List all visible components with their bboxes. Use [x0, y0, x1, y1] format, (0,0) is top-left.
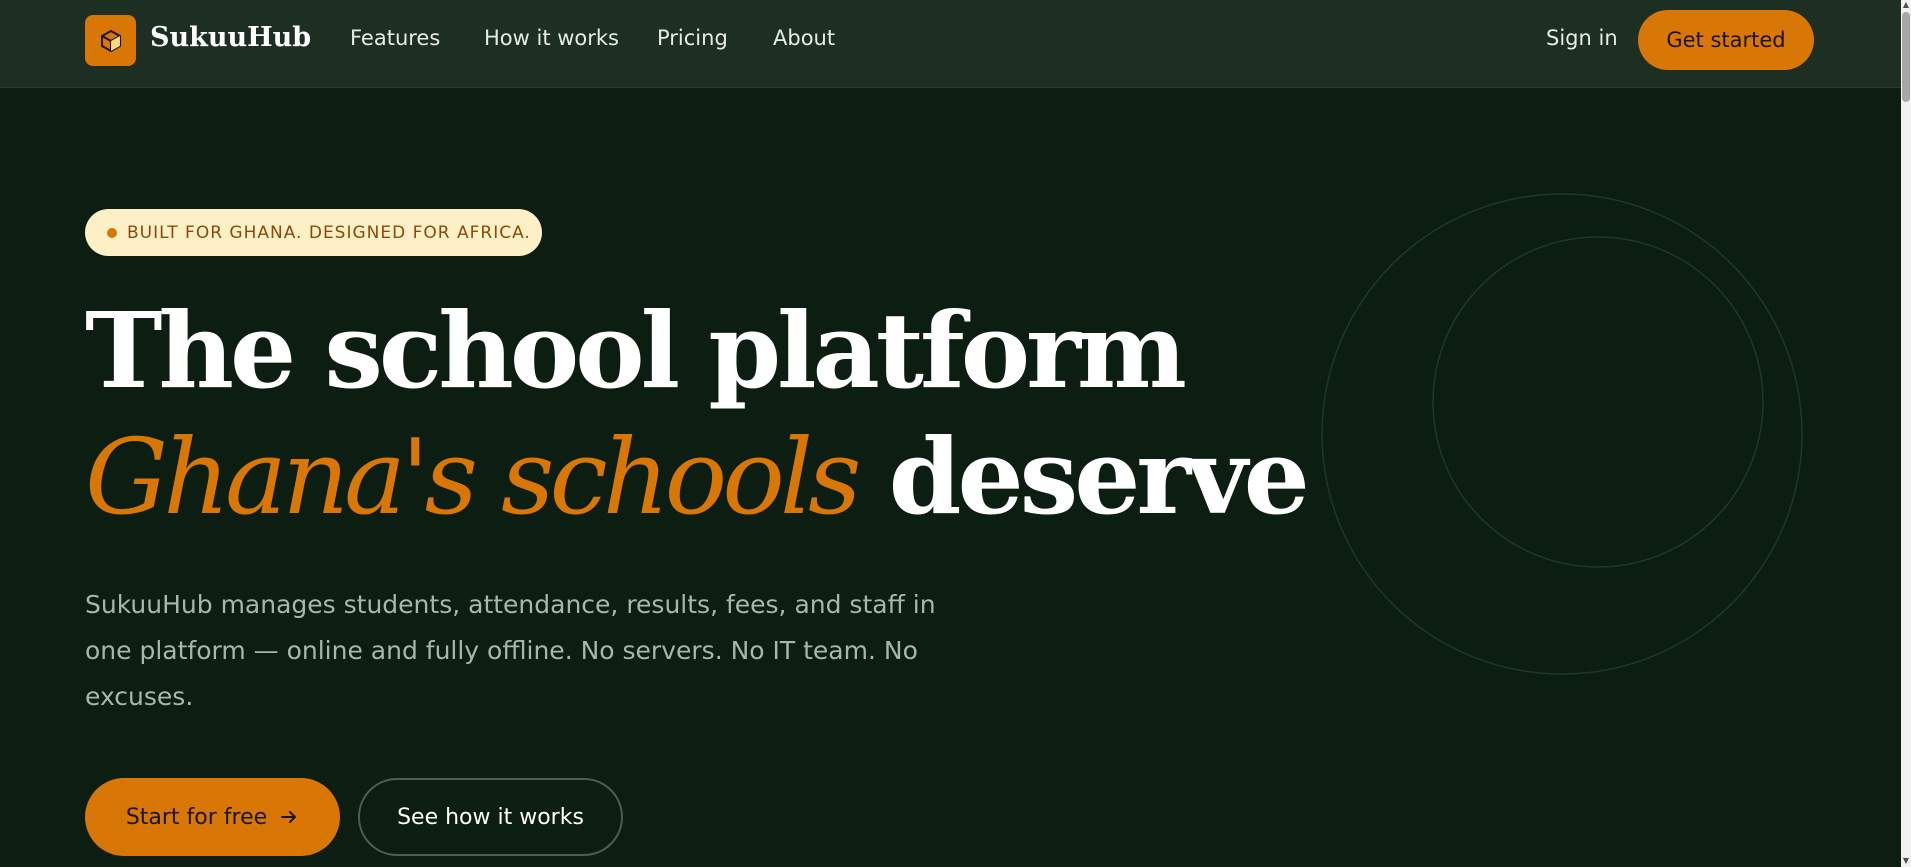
nav-link-features[interactable]: Features: [350, 26, 440, 50]
nav-link-pricing[interactable]: Pricing: [657, 26, 728, 50]
hero-badge: BUILT FOR GHANA. DESIGNED FOR AFRICA.: [85, 209, 542, 256]
nav-link-how-it-works[interactable]: How it works: [484, 26, 619, 50]
arrow-right-icon: [281, 811, 297, 823]
badge-dot-icon: [107, 227, 117, 238]
scroll-down-icon[interactable]: ▼: [1902, 857, 1910, 865]
brand-name[interactable]: SukuuHub: [150, 22, 311, 53]
headline-end: deserve: [888, 415, 1310, 538]
badge-text: BUILT FOR GHANA. DESIGNED FOR AFRICA.: [127, 222, 531, 243]
page-scrollbar[interactable]: [1901, 0, 1911, 867]
hero-description: SukuuHub manages students, attendance, r…: [85, 590, 936, 711]
cube-icon: [100, 29, 121, 52]
scroll-up-icon[interactable]: ▲: [1902, 1, 1910, 9]
hero-headline: The school platform Ghana's schools dese…: [85, 288, 1310, 540]
top-nav: SukuuHub Features How it works Pricing A…: [0, 0, 1901, 88]
logo[interactable]: [85, 15, 136, 66]
headline-line-1: The school platform: [85, 289, 1187, 412]
get-started-button[interactable]: Get started: [1638, 10, 1814, 70]
see-how-it-works-button[interactable]: See how it works: [358, 778, 623, 856]
scrollbar-thumb[interactable]: [1902, 12, 1910, 102]
start-for-free-label: Start for free: [125, 804, 268, 830]
decorative-circles: [1321, 193, 1803, 675]
sign-in-link[interactable]: Sign in: [1546, 26, 1618, 50]
nav-link-about[interactable]: About: [773, 26, 835, 50]
headline-accent: Ghana's schools: [85, 416, 862, 538]
start-for-free-button[interactable]: Start for free: [85, 778, 340, 856]
